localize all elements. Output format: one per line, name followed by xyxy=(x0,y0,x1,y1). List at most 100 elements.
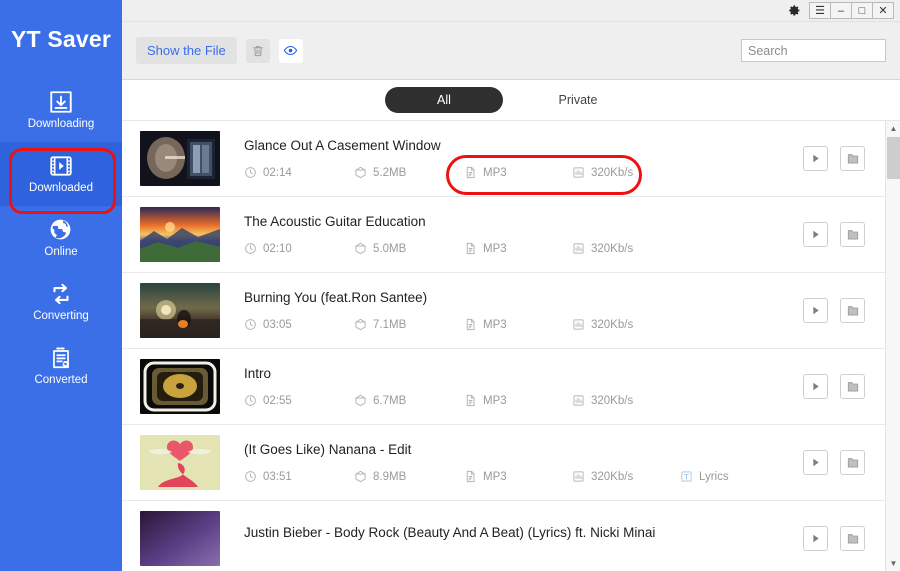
tab-all[interactable]: All xyxy=(385,87,503,113)
meta-bitrate: 320Kb/s xyxy=(572,318,680,331)
menu-button[interactable]: ☰ xyxy=(809,2,831,19)
meta-format: MP3 xyxy=(464,242,572,255)
meta-duration-value: 03:05 xyxy=(263,318,292,331)
package-icon xyxy=(354,318,367,331)
item-title: Intro xyxy=(244,366,272,381)
play-button[interactable] xyxy=(803,374,828,399)
download-list-container: Glance Out A Casement Window 02:14 5.2MB… xyxy=(122,121,900,571)
meta-duration: 03:51 xyxy=(244,470,354,483)
close-button[interactable]: ✕ xyxy=(872,2,894,19)
meta-bitrate: 320Kb/s xyxy=(572,242,680,255)
search-input[interactable] xyxy=(741,39,886,62)
meta-format-value: MP3 xyxy=(483,394,507,407)
meta-format-value: MP3 xyxy=(483,166,507,179)
bitrate-icon xyxy=(572,242,585,255)
minimize-button[interactable]: – xyxy=(830,2,852,19)
folder-button[interactable] xyxy=(840,146,865,171)
sidebar-item-online[interactable]: Online xyxy=(0,206,122,270)
item-meta: 03:05 7.1MB MP3 320Kb/s xyxy=(244,318,803,331)
bitrate-icon xyxy=(572,166,585,179)
meta-bitrate-value: 320Kb/s xyxy=(591,166,634,179)
show-the-file-button[interactable]: Show the File xyxy=(136,37,237,64)
table-row[interactable]: (It Goes Like) Nanana - Edit 03:51 8.9MB… xyxy=(122,425,885,501)
film-play-icon xyxy=(48,153,74,179)
vertical-scrollbar[interactable]: ▲ ▼ xyxy=(885,121,900,571)
item-meta: 02:55 6.7MB MP3 320Kb/s xyxy=(244,394,803,407)
item-title: Justin Bieber - Body Rock (Beauty And A … xyxy=(244,524,656,540)
thumbnail xyxy=(140,511,220,566)
convert-icon xyxy=(48,281,74,307)
meta-size-value: 6.7MB xyxy=(373,394,407,407)
meta-bitrate-value: 320Kb/s xyxy=(591,242,634,255)
row-body: Glance Out A Casement Window 02:14 5.2MB… xyxy=(220,138,803,179)
item-title: Glance Out A Casement Window xyxy=(244,138,441,153)
row-actions xyxy=(803,222,885,247)
item-title: The Acoustic Guitar Education xyxy=(244,214,426,229)
meta-duration-value: 02:14 xyxy=(263,166,292,179)
tab-private[interactable]: Private xyxy=(519,87,637,113)
table-row[interactable]: The Acoustic Guitar Education 02:10 5.0M… xyxy=(122,197,885,273)
meta-bitrate-value: 320Kb/s xyxy=(591,394,634,407)
row-actions xyxy=(803,450,885,475)
sidebar: YT Saver Downloading Downloaded Online C… xyxy=(0,0,122,571)
scrollbar-thumb[interactable] xyxy=(887,137,900,179)
play-button[interactable] xyxy=(803,298,828,323)
globe-icon xyxy=(48,217,74,243)
sidebar-item-label: Downloaded xyxy=(29,182,93,195)
text-lyrics-icon xyxy=(680,470,693,483)
meta-duration: 02:10 xyxy=(244,242,354,255)
meta-lyrics: Lyrics xyxy=(680,470,770,483)
preview-button[interactable] xyxy=(278,38,303,63)
sidebar-item-downloaded[interactable]: Downloaded xyxy=(0,142,122,206)
meta-format: MP3 xyxy=(464,470,572,483)
meta-lyrics-value: Lyrics xyxy=(699,470,729,483)
table-row[interactable]: Justin Bieber - Body Rock (Beauty And A … xyxy=(122,501,885,571)
folder-button[interactable] xyxy=(840,526,865,551)
meta-format: MP3 xyxy=(464,318,572,331)
thumbnail xyxy=(140,207,220,262)
bitrate-icon xyxy=(572,470,585,483)
play-button[interactable] xyxy=(803,146,828,171)
meta-bitrate-value: 320Kb/s xyxy=(591,318,634,331)
row-body: Justin Bieber - Body Rock (Beauty And A … xyxy=(220,525,803,553)
meta-size-value: 7.1MB xyxy=(373,318,407,331)
app-brand: YT Saver xyxy=(10,25,112,52)
meta-format-value: MP3 xyxy=(483,242,507,255)
file-icon xyxy=(464,394,477,407)
sidebar-item-label: Converted xyxy=(34,374,88,387)
sidebar-item-converted[interactable]: Converted xyxy=(0,334,122,398)
scroll-down-arrow-icon[interactable]: ▼ xyxy=(886,556,900,571)
play-button[interactable] xyxy=(803,526,828,551)
folder-button[interactable] xyxy=(840,298,865,323)
meta-duration-value: 03:51 xyxy=(263,470,292,483)
row-body: Intro 02:55 6.7MB MP3 320Kb/s xyxy=(220,366,803,407)
sidebar-item-converting[interactable]: Converting xyxy=(0,270,122,334)
table-row[interactable]: Glance Out A Casement Window 02:14 5.2MB… xyxy=(122,121,885,197)
table-row[interactable]: Intro 02:55 6.7MB MP3 320Kb/s xyxy=(122,349,885,425)
folder-button[interactable] xyxy=(840,450,865,475)
toolbar: Show the File xyxy=(122,22,900,80)
bitrate-icon xyxy=(572,318,585,331)
meta-duration: 02:55 xyxy=(244,394,354,407)
folder-button[interactable] xyxy=(840,374,865,399)
row-body: The Acoustic Guitar Education 02:10 5.0M… xyxy=(220,214,803,255)
meta-size-value: 8.9MB xyxy=(373,470,407,483)
delete-button[interactable] xyxy=(245,38,270,63)
meta-duration-value: 02:10 xyxy=(263,242,292,255)
settings-gear-button[interactable] xyxy=(783,2,805,20)
meta-size: 5.0MB xyxy=(354,242,464,255)
play-button[interactable] xyxy=(803,450,828,475)
sidebar-item-label: Downloading xyxy=(27,118,95,131)
meta-format-value: MP3 xyxy=(483,470,507,483)
thumbnail xyxy=(140,359,220,414)
sidebar-item-downloading[interactable]: Downloading xyxy=(0,78,122,142)
download-list: Glance Out A Casement Window 02:14 5.2MB… xyxy=(122,121,885,571)
scroll-up-arrow-icon[interactable]: ▲ xyxy=(886,121,900,136)
maximize-button[interactable]: □ xyxy=(851,2,873,19)
play-button[interactable] xyxy=(803,222,828,247)
folder-button[interactable] xyxy=(840,222,865,247)
meta-size: 8.9MB xyxy=(354,470,464,483)
meta-bitrate: 320Kb/s xyxy=(572,470,680,483)
table-row[interactable]: Burning You (feat.Ron Santee) 03:05 7.1M… xyxy=(122,273,885,349)
meta-format: MP3 xyxy=(464,394,572,407)
